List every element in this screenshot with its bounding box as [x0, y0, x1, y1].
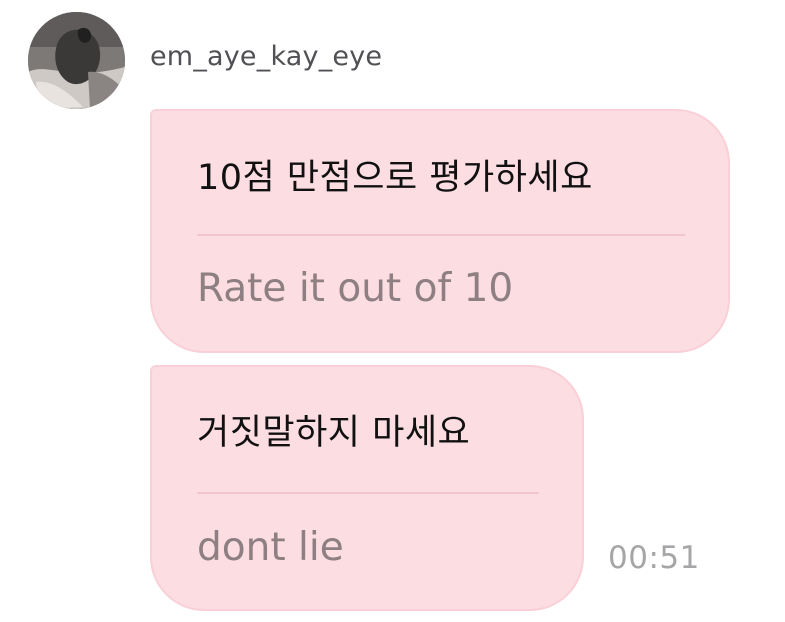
profile-photo-icon [28, 12, 125, 109]
translation-divider [197, 234, 685, 236]
message-timestamp: 00:51 [608, 540, 700, 576]
message-bubble[interactable]: 10점 만점으로 평가하세요 Rate it out of 10 [150, 109, 730, 353]
translation-divider [197, 492, 539, 494]
message-text: 10점 만점으로 평가하세요 [197, 158, 593, 198]
message-translation: dont lie [197, 525, 344, 570]
message-text: 거짓말하지 마세요 [197, 413, 471, 453]
message-bubble[interactable]: 거짓말하지 마세요 dont lie [150, 365, 584, 611]
sender-username[interactable]: em_aye_kay_eye [150, 41, 382, 72]
avatar[interactable] [28, 12, 125, 109]
message-translation: Rate it out of 10 [197, 266, 514, 311]
